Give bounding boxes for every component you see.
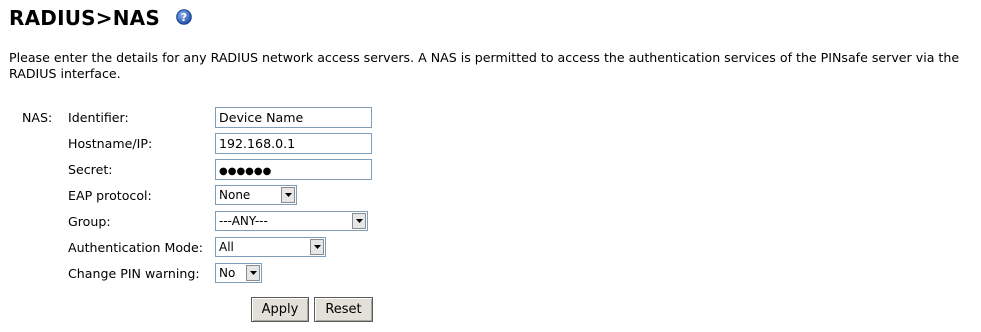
authentication-mode-select[interactable]: All xyxy=(215,237,326,257)
identifier-label: Identifier: xyxy=(68,110,129,125)
secret-label: Secret: xyxy=(68,162,113,177)
change-pin-warning-select[interactable]: No xyxy=(215,263,262,283)
group-select[interactable]: ---ANY--- xyxy=(215,211,368,231)
chevron-down-icon[interactable] xyxy=(246,265,260,281)
change-pin-warning-value: No xyxy=(219,266,236,280)
hostname-label: Hostname/IP: xyxy=(68,136,153,151)
eap-protocol-label: EAP protocol: xyxy=(68,188,152,203)
reset-button[interactable]: Reset xyxy=(314,297,373,322)
eap-protocol-select[interactable]: None xyxy=(215,185,297,205)
identifier-field[interactable] xyxy=(215,107,372,128)
authentication-mode-label: Authentication Mode: xyxy=(68,240,204,255)
secret-field[interactable]: ●●●●●● xyxy=(215,159,372,180)
authentication-mode-value: All xyxy=(219,240,234,254)
svg-text:?: ? xyxy=(181,11,187,24)
group-label: Group: xyxy=(68,214,111,229)
hostname-field[interactable] xyxy=(215,133,372,154)
secret-masked-value: ●●●●●● xyxy=(219,166,272,177)
eap-protocol-value: None xyxy=(219,188,251,202)
chevron-down-icon[interactable] xyxy=(310,239,324,255)
chevron-down-icon[interactable] xyxy=(352,213,366,229)
nas-section-label: NAS: xyxy=(22,110,53,125)
group-value: ---ANY--- xyxy=(219,214,268,228)
page-title: RADIUS>NAS xyxy=(9,6,160,30)
question-mark-icon[interactable]: ? xyxy=(176,9,192,25)
chevron-down-icon[interactable] xyxy=(281,187,295,203)
intro-text: Please enter the details for any RADIUS … xyxy=(9,50,960,81)
apply-button[interactable]: Apply xyxy=(251,297,309,322)
change-pin-warning-label: Change PIN warning: xyxy=(68,266,200,281)
